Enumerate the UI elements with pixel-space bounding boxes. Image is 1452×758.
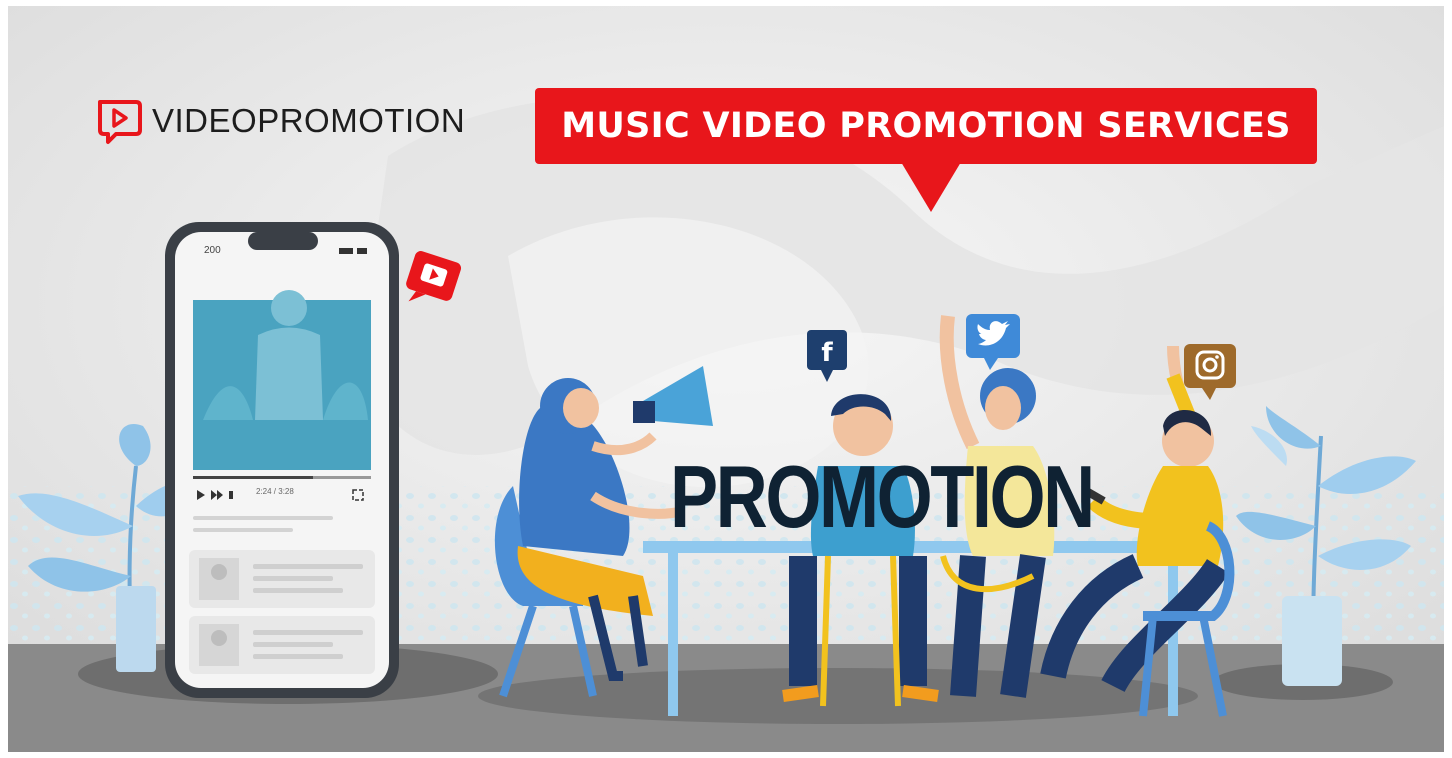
brand-name: VIDEOPROMOTION: [152, 102, 466, 139]
smartphone: [165, 222, 399, 698]
promo-illustration: VIDEOPROMOTION MUSIC VIDEO PROMOTION SER…: [8, 6, 1444, 752]
youtube-play-icon: [406, 251, 462, 302]
brand-logo: VIDEOPROMOTION: [94, 96, 465, 146]
banner-pointer: [901, 162, 961, 212]
banner-title: MUSIC VIDEO PROMOTION SERVICES: [561, 106, 1291, 146]
promotion-headline: PROMOTION: [670, 447, 1095, 546]
play-logo-icon: [94, 96, 144, 146]
phone-status-time: 200: [204, 245, 221, 256]
player-timecode: 2:24 / 3:28: [256, 487, 294, 496]
right-plant: [1236, 406, 1416, 686]
title-banner: MUSIC VIDEO PROMOTION SERVICES: [535, 88, 1317, 164]
